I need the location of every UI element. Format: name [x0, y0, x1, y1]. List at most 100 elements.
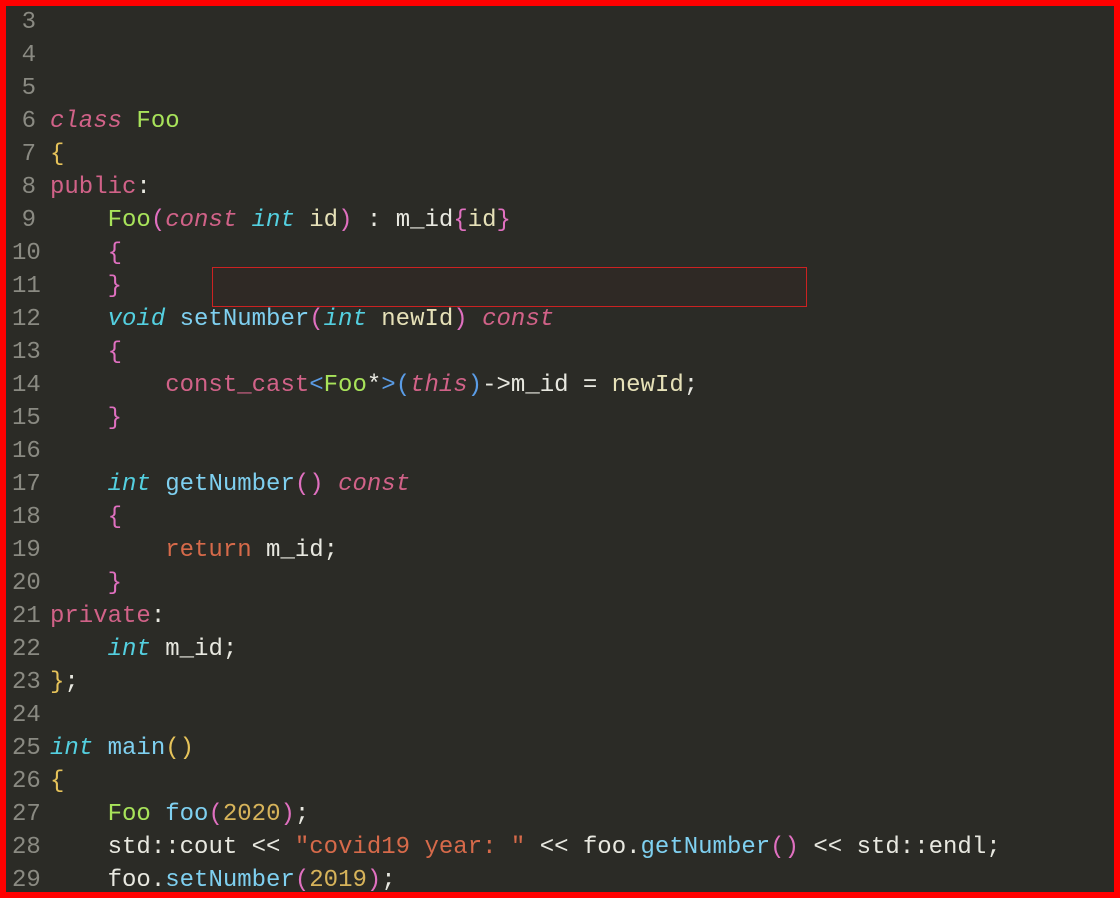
- code-line[interactable]: return m_id;: [50, 534, 1114, 567]
- code-token: <<: [799, 834, 857, 861]
- code-token: }: [497, 207, 511, 234]
- code-line[interactable]: const_cast<Foo*>(this)->m_id = newId;: [50, 369, 1114, 402]
- code-token: ;: [986, 834, 1000, 861]
- code-line[interactable]: [50, 435, 1114, 468]
- line-number: 26: [12, 765, 40, 798]
- code-token: setNumber: [180, 306, 310, 333]
- code-token: [324, 471, 338, 498]
- code-line[interactable]: };: [50, 666, 1114, 699]
- code-token: }: [108, 570, 122, 597]
- code-line[interactable]: std::cout << "covid19 year: " << foo.get…: [50, 831, 1114, 864]
- code-token: [50, 207, 108, 234]
- line-number: 16: [12, 435, 40, 468]
- code-token: {: [108, 504, 122, 531]
- code-token: void: [108, 306, 166, 333]
- code-line[interactable]: foo.setNumber(2019);: [50, 864, 1114, 892]
- code-token: (: [165, 735, 179, 762]
- code-token: "covid19 year: ": [295, 834, 525, 861]
- code-token: :: [151, 603, 165, 630]
- code-token: [50, 504, 108, 531]
- code-editor[interactable]: 3456789101112131415161718192021222324252…: [6, 6, 1114, 892]
- code-line[interactable]: }: [50, 402, 1114, 435]
- code-line[interactable]: }: [50, 567, 1114, 600]
- line-number: 13: [12, 336, 40, 369]
- code-token: [237, 207, 251, 234]
- code-token: [165, 306, 179, 333]
- code-line[interactable]: {: [50, 336, 1114, 369]
- code-token: *: [367, 372, 381, 399]
- code-token: const: [482, 306, 554, 333]
- code-token: (: [151, 207, 165, 234]
- code-token: ): [367, 867, 381, 892]
- code-token: >: [381, 372, 395, 399]
- line-number-gutter: 3456789101112131415161718192021222324252…: [6, 6, 50, 892]
- code-line[interactable]: {: [50, 765, 1114, 798]
- code-token: [151, 801, 165, 828]
- code-token: [295, 207, 309, 234]
- code-token: Foo: [108, 207, 151, 234]
- code-token: m_id: [396, 207, 454, 234]
- code-token: }: [50, 669, 64, 696]
- code-area[interactable]: class Foo{public: Foo(const int id) : m_…: [50, 6, 1114, 892]
- code-token: [151, 471, 165, 498]
- code-token: 2020: [223, 801, 281, 828]
- code-token: Foo: [108, 801, 151, 828]
- code-line[interactable]: Foo foo(2020);: [50, 798, 1114, 831]
- code-line[interactable]: int m_id;: [50, 633, 1114, 666]
- code-line[interactable]: int getNumber() const: [50, 468, 1114, 501]
- code-token: [93, 735, 107, 762]
- code-line[interactable]: {: [50, 138, 1114, 171]
- line-number: 27: [12, 798, 40, 831]
- code-token: ): [309, 471, 323, 498]
- code-token: .: [626, 834, 640, 861]
- code-token: getNumber: [165, 471, 295, 498]
- code-token: (: [295, 471, 309, 498]
- code-token: setNumber: [165, 867, 295, 892]
- code-token: public: [50, 174, 136, 201]
- code-line[interactable]: {: [50, 237, 1114, 270]
- code-token: (: [208, 801, 222, 828]
- code-token: :: [136, 174, 150, 201]
- code-line[interactable]: Foo(const int id) : m_id{id}: [50, 204, 1114, 237]
- line-number: 25: [12, 732, 40, 765]
- code-line[interactable]: void setNumber(int newId) const: [50, 303, 1114, 336]
- code-token: {: [108, 339, 122, 366]
- code-token: const: [338, 471, 410, 498]
- code-token: return: [165, 537, 251, 564]
- code-token: {: [453, 207, 467, 234]
- code-line[interactable]: {: [50, 501, 1114, 534]
- code-line[interactable]: }: [50, 270, 1114, 303]
- line-number: 7: [12, 138, 40, 171]
- code-token: [50, 405, 108, 432]
- code-token: (: [309, 306, 323, 333]
- code-token: m_id: [266, 537, 324, 564]
- code-token: [50, 372, 165, 399]
- code-token: (: [295, 867, 309, 892]
- code-token: ): [280, 801, 294, 828]
- code-token: const_cast: [165, 372, 309, 399]
- code-token: endl: [929, 834, 987, 861]
- code-token: ): [468, 372, 482, 399]
- line-number: 21: [12, 600, 40, 633]
- code-token: [50, 801, 108, 828]
- code-token: ;: [381, 867, 395, 892]
- code-token: :: [353, 207, 396, 234]
- line-number: 8: [12, 171, 40, 204]
- line-number: 18: [12, 501, 40, 534]
- code-line[interactable]: [50, 699, 1114, 732]
- code-token: foo: [583, 834, 626, 861]
- code-token: std: [857, 834, 900, 861]
- line-number: 9: [12, 204, 40, 237]
- code-token: [50, 306, 108, 333]
- line-number: 14: [12, 369, 40, 402]
- code-token: Foo: [136, 108, 179, 135]
- code-token: [50, 537, 165, 564]
- code-token: <<: [525, 834, 583, 861]
- code-line[interactable]: class Foo: [50, 105, 1114, 138]
- code-line[interactable]: int main(): [50, 732, 1114, 765]
- code-line[interactable]: private:: [50, 600, 1114, 633]
- code-token: }: [108, 273, 122, 300]
- code-line[interactable]: public:: [50, 171, 1114, 204]
- code-token: .: [151, 867, 165, 892]
- code-token: [50, 273, 108, 300]
